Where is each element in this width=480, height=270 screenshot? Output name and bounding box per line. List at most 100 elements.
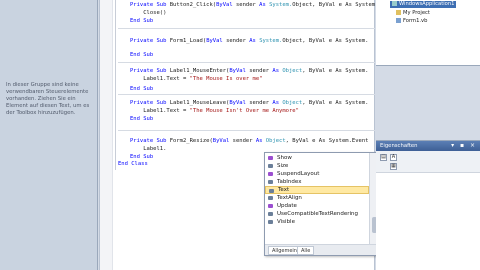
method-separator [118,94,375,95]
code-line[interactable]: Private Sub Label1_MouseLeave(ByVal send… [130,100,368,107]
code-token: Label1.Text = [130,76,190,82]
solution-item-myproject[interactable]: My Project [396,10,430,17]
code-line[interactable]: End Sub [130,18,153,25]
completion-item[interactable]: Show [265,154,369,162]
completion-item[interactable]: SuspendLayout [265,170,369,178]
code-token: sender [235,2,260,8]
properties-icon[interactable]: ▦ [390,163,397,170]
property-icon [268,180,273,184]
code-token: sender [249,100,273,106]
property-icon [268,196,273,200]
method-icon [268,172,273,176]
code-token: Object, ByVal e As System. [292,2,379,8]
code-token: As [272,68,283,74]
code-line[interactable]: End Sub [130,116,153,123]
code-token: Form1_Load( [169,38,207,44]
code-line[interactable]: Private Sub Form1_Load(ByVal sender As S… [130,38,368,45]
code-token: System. [269,2,293,8]
code-token: End Sub [130,52,154,58]
property-icon [268,164,273,168]
code-token: ByVal [229,100,250,106]
method-separator [118,130,375,131]
completion-item-label: SuspendLayout [277,171,320,177]
code-token: sender [232,138,256,144]
code-line[interactable]: End Class [118,161,148,168]
solution-explorer: WindowsApplication1 My Project Form1.vb [376,0,480,66]
property-icon [269,189,274,193]
code-line[interactable]: Close() [130,10,166,17]
code-token: , ByVal e As System. [302,100,369,106]
code-token: Private Sub [130,138,170,144]
code-line[interactable]: End Sub [130,52,153,59]
code-token: Form2_Resize( [169,138,213,144]
code-token: Label1. [130,146,167,152]
code-token: End Sub [130,18,154,24]
code-line[interactable]: Label1.Text = "The Mouse Isn't Over me A… [130,108,299,115]
project-icon [392,1,397,6]
wrench-icon [396,10,401,15]
code-token: As [259,2,270,8]
code-line[interactable]: Private Sub Label1_MouseEnter(ByVal send… [130,68,368,75]
code-token: sender [226,38,250,44]
completion-tabs: Allgemein Alle [265,244,378,255]
code-token: Label1.Text = [130,108,190,114]
completion-item-label: TabIndex [277,179,302,185]
code-editor[interactable]: Private Sub Button2_Click(ByVal sender A… [99,0,379,270]
property-icon [268,212,273,216]
properties-panel: Eigenschaften ▾ ▪ × ▤ A ▦ [376,140,480,270]
code-token: Label1_MouseEnter( [169,68,230,74]
completion-item[interactable]: Size [265,162,369,170]
completion-item[interactable]: Update [265,202,369,210]
code-token: ByVal [216,2,236,8]
solution-item-form1[interactable]: Form1.vb [396,18,427,25]
code-token: Private Sub [130,68,170,74]
code-token: , ByVal e As System. [302,68,369,74]
properties-title-bar: Eigenschaften ▾ ▪ × [376,141,480,151]
code-token: End Class [118,161,148,167]
code-token: Object, ByVal e As System. [282,38,369,44]
categorized-icon[interactable]: ▤ [380,154,387,161]
completion-item-label: Text [278,187,290,193]
code-token: Object [265,138,286,144]
code-token: sender [249,68,273,74]
completion-item-label: UseCompatibleTextRendering [277,211,358,217]
method-icon [268,204,273,208]
code-token: As [255,138,266,144]
toolbox-panel: In dieser Gruppe sind keine verwendbaren… [0,0,98,270]
completion-item[interactable]: Text [265,186,369,194]
code-line[interactable]: Label1.Text = "The Mouse Is over me" [130,76,262,83]
completion-item[interactable]: UseCompatibleTextRendering [265,210,369,218]
completion-list[interactable]: Show Size SuspendLayout TabIndex Text TextAli… [265,154,369,226]
code-token: Label1_MouseLeave( [169,100,230,106]
code-line[interactable]: End Sub [130,154,153,161]
property-icon [268,220,273,224]
completion-item[interactable]: TextAlign [265,194,369,202]
panel-buttons[interactable]: ▾ ▪ × [451,142,477,150]
code-token: As [249,38,260,44]
code-token: End Sub [130,154,154,160]
completion-item-label: Size [277,163,289,169]
properties-toolbar: ▤ A ▦ [376,151,480,173]
completion-item[interactable]: Visible [265,218,369,226]
completion-item-label: Show [277,155,292,161]
editor-margin [100,0,113,270]
tab-alle[interactable]: Alle [297,246,315,255]
completion-item-label: Visible [277,219,295,225]
code-line[interactable]: Label1. [130,146,166,153]
intellisense-popup[interactable]: Show Size SuspendLayout TabIndex Text TextAli… [264,152,379,256]
solution-item-project[interactable]: WindowsApplication1 [390,1,457,8]
code-token: Private Sub [130,100,170,106]
completion-item[interactable]: TabIndex [265,178,369,186]
alphabetical-icon[interactable]: A [390,154,397,161]
code-token: Button2_Click( [169,2,217,8]
code-line[interactable]: Private Sub Button2_Click(ByVal sender A… [130,2,378,9]
code-token: ByVal [206,38,227,44]
form-icon [396,18,401,23]
code-line[interactable]: Private Sub Form2_Resize(ByVal sender As… [130,138,368,145]
code-token: "The Mouse Isn't Over me Anymore" [189,108,299,114]
code-token: End Sub [130,86,154,92]
code-token: Private Sub [130,2,170,8]
code-token: ByVal [229,68,250,74]
code-line[interactable]: End Sub [130,86,153,93]
code-token: As [272,100,283,106]
